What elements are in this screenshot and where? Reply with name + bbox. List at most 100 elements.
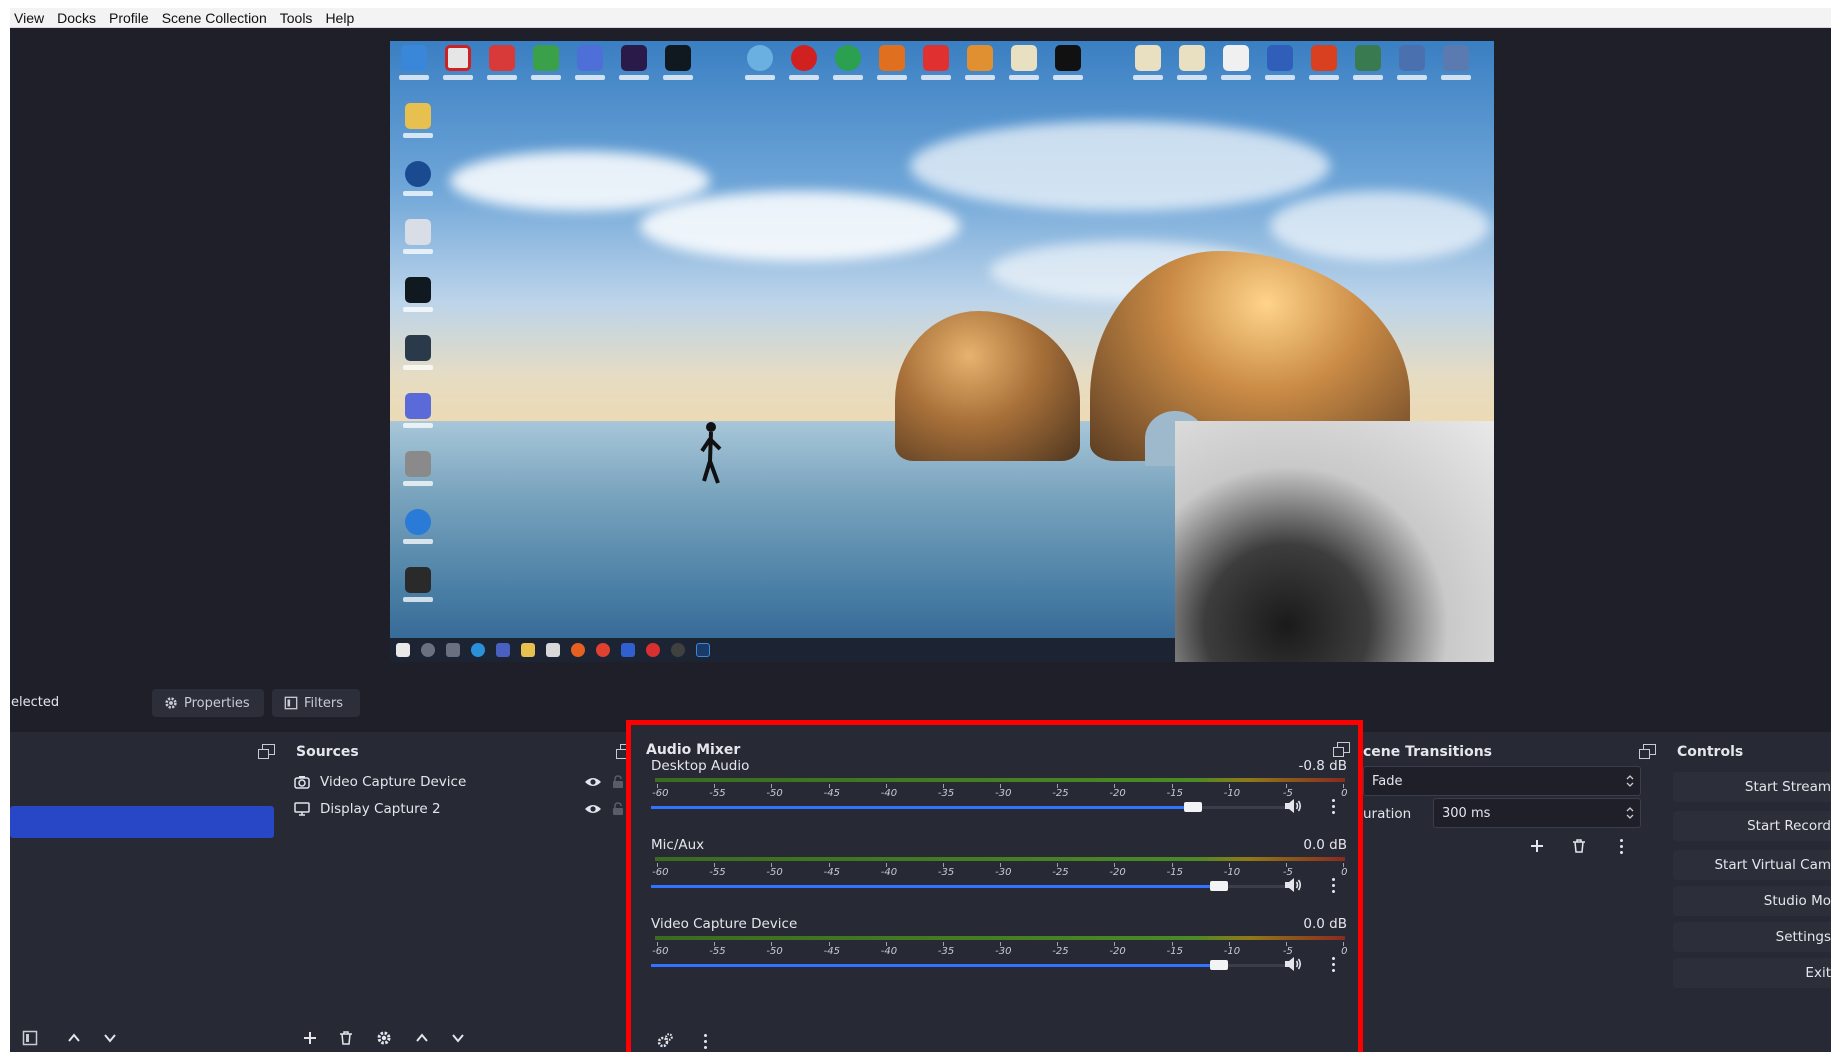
- filters-button[interactable]: Filters: [272, 689, 360, 717]
- tick-label: -35: [937, 788, 955, 799]
- tick-label: -60: [652, 788, 669, 799]
- volume-meter: [655, 857, 1345, 861]
- source-item-display-capture[interactable]: Display Capture 2: [294, 795, 624, 823]
- start-record-button[interactable]: Start Record: [1673, 811, 1831, 841]
- menu-view[interactable]: View: [10, 10, 53, 26]
- volume-slider[interactable]: [651, 881, 1289, 891]
- speaker-icon[interactable]: [1283, 797, 1303, 815]
- eye-icon[interactable]: [584, 803, 602, 815]
- chrome-icon: [596, 643, 610, 657]
- remove-source-button[interactable]: [332, 1024, 360, 1052]
- desktop-icon: [396, 103, 440, 149]
- scene-move-down-button[interactable]: [96, 1024, 124, 1052]
- volume-slider-handle[interactable]: [1209, 960, 1228, 970]
- tick-label: -10: [1223, 946, 1241, 957]
- dock-float-icon[interactable]: [1639, 744, 1656, 759]
- desktop-icon: [396, 277, 440, 323]
- desktop-icon: [396, 451, 440, 497]
- desktop-icon: [396, 567, 440, 613]
- scene-transitions-title: cene Transitions: [1363, 744, 1493, 760]
- menu-docks[interactable]: Docks: [53, 10, 105, 26]
- transition-value: Fade: [1372, 773, 1403, 789]
- task-view-icon: [446, 643, 460, 657]
- chevron-down-icon: [452, 1034, 464, 1043]
- speaker-icon[interactable]: [1283, 876, 1303, 894]
- desktop-icon: [480, 45, 524, 93]
- meter-scale: -60 -55 -50 -45 -40 -35 -30 -25 -20 -15 -10 -5 0: [651, 784, 1351, 802]
- lock-icon[interactable]: [612, 775, 624, 789]
- tick-label: -50: [766, 867, 783, 878]
- advanced-audio-button[interactable]: [651, 1027, 679, 1052]
- dock-float-icon[interactable]: [258, 744, 275, 759]
- volume-slider[interactable]: [651, 960, 1289, 970]
- desktop-icons-right: [1126, 45, 1478, 93]
- desktop-icon: [396, 393, 440, 439]
- add-transition-button[interactable]: [1523, 832, 1551, 860]
- search-icon: [421, 643, 435, 657]
- controls-title: Controls: [1677, 744, 1744, 760]
- channel-menu-button[interactable]: [1323, 875, 1343, 895]
- start-stream-button[interactable]: Start Stream: [1673, 772, 1831, 802]
- tick-label: -40: [880, 946, 898, 957]
- desktop-icon: [1302, 45, 1346, 93]
- tick-label: -50: [766, 788, 783, 799]
- tick-label: -30: [995, 946, 1012, 957]
- obs-icon: [671, 643, 685, 657]
- camera-icon: [294, 776, 310, 789]
- edge-icon: [471, 643, 485, 657]
- desktop-icon: [1046, 45, 1090, 93]
- source-label: Display Capture 2: [320, 801, 441, 817]
- settings-button[interactable]: Settings: [1673, 922, 1831, 952]
- desktop-icon: [568, 45, 612, 93]
- start-virtual-cam-button[interactable]: Start Virtual Cam: [1673, 850, 1831, 880]
- source-move-up-button[interactable]: [408, 1024, 436, 1052]
- channel-menu-button[interactable]: [1323, 954, 1343, 974]
- filters-icon: [22, 1030, 38, 1046]
- scene-move-up-button[interactable]: [60, 1024, 88, 1052]
- tick-label: -60: [652, 867, 669, 878]
- menu-profile[interactable]: Profile: [105, 10, 158, 26]
- transition-menu-button[interactable]: [1611, 836, 1631, 856]
- cloud: [450, 151, 710, 211]
- remove-transition-button[interactable]: [1565, 832, 1593, 860]
- desktop-icon: [1214, 45, 1258, 93]
- desktop-icon: [436, 45, 480, 93]
- volume-slider[interactable]: [651, 802, 1289, 812]
- volume-slider-fill: [651, 806, 1194, 809]
- tick-label: -30: [995, 867, 1012, 878]
- meter-scale: -60 -55 -50 -45 -40 -35 -30 -25 -20 -15 -10 -5 0: [651, 863, 1351, 881]
- duration-input[interactable]: 300 ms: [1433, 798, 1641, 828]
- menu-help[interactable]: Help: [321, 10, 363, 26]
- mixer-menu-button[interactable]: [695, 1031, 715, 1051]
- properties-button[interactable]: Properties: [152, 689, 264, 717]
- studio-mode-button[interactable]: Studio Mo: [1673, 886, 1831, 916]
- wallpaper-runner: [700, 422, 722, 484]
- desktop-icons-column: [396, 103, 440, 613]
- menu-tools[interactable]: Tools: [276, 10, 322, 26]
- eye-icon[interactable]: [584, 776, 602, 788]
- source-properties-button[interactable]: [370, 1024, 398, 1052]
- dock-float-icon[interactable]: [1333, 742, 1350, 757]
- source-item-video-capture[interactable]: Video Capture Device: [294, 768, 624, 796]
- menu-scene-collection[interactable]: Scene Collection: [158, 10, 276, 26]
- obs-window: View Docks Profile Scene Collection Tool…: [10, 8, 1831, 1052]
- speaker-icon[interactable]: [1283, 955, 1303, 973]
- tick-label: -30: [995, 788, 1012, 799]
- volume-slider-handle[interactable]: [1184, 802, 1203, 812]
- channel-menu-button[interactable]: [1323, 796, 1343, 816]
- volume-slider-handle[interactable]: [1209, 881, 1228, 891]
- mixer-channel: Video Capture Device 0.0 dB -60 -55 -50 -45 -4…: [651, 916, 1347, 994]
- preview-canvas[interactable]: [390, 41, 1494, 662]
- transition-select[interactable]: Fade: [1363, 766, 1641, 796]
- filters-icon: [284, 696, 298, 710]
- lock-icon[interactable]: [612, 802, 624, 816]
- desktop-icon: [396, 219, 440, 265]
- exit-button[interactable]: Exit: [1673, 958, 1831, 988]
- tick-label: -35: [937, 946, 955, 957]
- desktop-icon: [1258, 45, 1302, 93]
- webcam-overlay[interactable]: [1175, 421, 1494, 662]
- source-move-down-button[interactable]: [444, 1024, 472, 1052]
- scene-filters-button[interactable]: [16, 1024, 44, 1052]
- add-source-button[interactable]: [296, 1024, 324, 1052]
- scene-item-selected[interactable]: [10, 806, 274, 838]
